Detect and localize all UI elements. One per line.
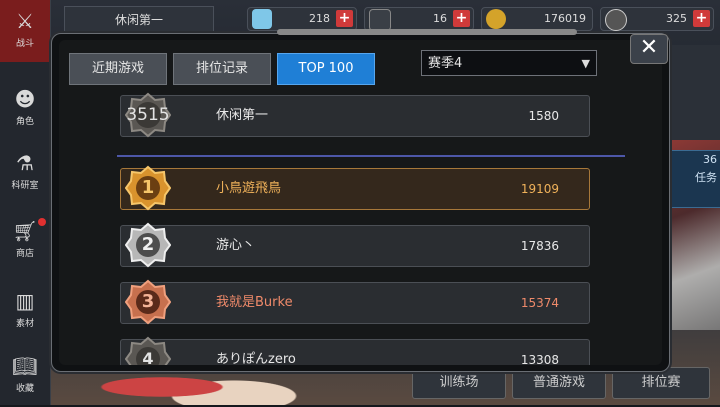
bottom-button-label: 排位赛 xyxy=(641,375,681,390)
rank-badge-bronze: 3 xyxy=(124,279,172,325)
notification-dot xyxy=(38,218,46,226)
close-button[interactable]: ✕ xyxy=(630,34,668,64)
leaderboard-row[interactable]: 小鳥遊飛鳥 19109 xyxy=(120,168,590,210)
leaderboard-row[interactable]: 我就是Burke 15374 xyxy=(120,282,590,324)
resource-value: 325 xyxy=(666,12,687,25)
resource-diamond: 218 + xyxy=(247,7,357,31)
rank-number: 3 xyxy=(141,291,155,312)
add-ticket-button[interactable]: + xyxy=(453,10,470,27)
rank-number: 4 xyxy=(142,349,154,365)
self-rank-number: 3515 xyxy=(126,105,170,125)
mission-label: 任务 xyxy=(695,171,717,184)
sidebar-item-shop[interactable]: 🛒︎ 商店 xyxy=(0,210,50,272)
flask-icon: ⚗ xyxy=(16,151,34,175)
player-name: 游心丶 xyxy=(216,238,256,253)
player-name[interactable]: 休闲第一 xyxy=(64,6,214,34)
player-name: ありぽんzero xyxy=(216,352,296,365)
mission-count: 36 xyxy=(703,153,717,166)
rank-number: 2 xyxy=(141,234,155,255)
tab-ranked-history[interactable]: 排位记录 xyxy=(173,53,271,85)
sidebar-item-label: 素材 xyxy=(15,319,34,329)
resource-value: 218 xyxy=(309,12,330,25)
rank-number: 1 xyxy=(141,177,155,198)
tab-recent-games[interactable]: 近期游戏 xyxy=(69,53,167,85)
add-bp-button[interactable]: + xyxy=(693,10,710,27)
season-select[interactable]: 赛季4 ▼ xyxy=(421,50,597,76)
modal-handle xyxy=(277,29,577,35)
leaderboard-row[interactable]: 游心丶 17836 xyxy=(120,225,590,267)
bp-icon xyxy=(605,9,627,31)
books-icon: ▥ xyxy=(15,289,35,313)
sidebar-item-label: 科研室 xyxy=(11,181,39,191)
sidebar-item-collection[interactable]: 📖︎ 收藏 xyxy=(0,345,50,407)
sidebar-item-label: 角色 xyxy=(15,117,34,127)
player-score: 17836 xyxy=(520,239,559,253)
player-score: 13308 xyxy=(520,353,559,365)
leaderboard-row[interactable]: ありぽんzero 13308 xyxy=(120,339,590,365)
modal-content: 近期游戏 排位记录 TOP 100 赛季4 ▼ 休闲第一 1580 3515 小… xyxy=(59,40,662,365)
right-side-panel xyxy=(668,45,720,140)
self-rank-badge: 3515 xyxy=(124,92,172,138)
chevron-down-icon: ▼ xyxy=(581,57,590,70)
resource-ticket: 16 + xyxy=(364,7,474,31)
bottom-button-label: 训练场 xyxy=(439,375,479,390)
player-score: 15374 xyxy=(520,296,559,310)
coin-icon xyxy=(486,9,506,29)
sidebar-item-label: 商店 xyxy=(15,249,34,259)
player-name: 我就是Burke xyxy=(216,295,293,310)
season-select-value: 赛季4 xyxy=(428,56,463,71)
sidebar: ⚔ 战斗 ☻ 角色 ⚗ 科研室 🛒︎ 商店 ▥ 素材 📖︎ 收藏 xyxy=(0,0,51,405)
crossed-swords-icon: ⚔ xyxy=(16,9,34,33)
rank-badge-gold: 1 xyxy=(124,165,172,211)
self-player-name: 休闲第一 xyxy=(216,108,269,123)
crystal-icon xyxy=(252,9,272,29)
sidebar-item-battle[interactable]: ⚔ 战斗 xyxy=(0,0,50,62)
self-score: 1580 xyxy=(528,109,559,123)
ticket-icon xyxy=(369,9,391,31)
divider xyxy=(117,155,625,157)
cart-icon: 🛒︎ xyxy=(12,219,38,243)
resource-value: 16 xyxy=(433,12,447,25)
sidebar-item-label: 战斗 xyxy=(15,39,34,49)
player-score: 19109 xyxy=(520,182,559,196)
open-book-icon: 📖︎ xyxy=(12,354,38,378)
resource-gold: 176019 xyxy=(481,7,593,31)
sidebar-item-character[interactable]: ☻ 角色 xyxy=(0,78,50,140)
self-rank-row: 休闲第一 1580 xyxy=(120,95,590,137)
sidebar-item-label: 收藏 xyxy=(15,384,34,394)
add-diamond-button[interactable]: + xyxy=(336,10,353,27)
player-name: 小鳥遊飛鳥 xyxy=(216,181,282,196)
character-icon: ☻ xyxy=(14,87,36,111)
resource-bp: 325 + xyxy=(600,7,714,31)
rank-badge-plain: 4 xyxy=(124,336,172,365)
sidebar-item-material[interactable]: ▥ 素材 xyxy=(0,280,50,342)
bottom-button-label: 普通游戏 xyxy=(532,375,585,390)
rank-badge-silver: 2 xyxy=(124,222,172,268)
mission-box[interactable]: 36 任务 xyxy=(668,150,720,208)
tab-top-100[interactable]: TOP 100 xyxy=(277,53,375,85)
resource-value: 176019 xyxy=(544,12,586,25)
leaderboard-modal: 近期游戏 排位记录 TOP 100 赛季4 ▼ 休闲第一 1580 3515 小… xyxy=(51,29,670,372)
sidebar-item-lab[interactable]: ⚗ 科研室 xyxy=(0,142,50,204)
